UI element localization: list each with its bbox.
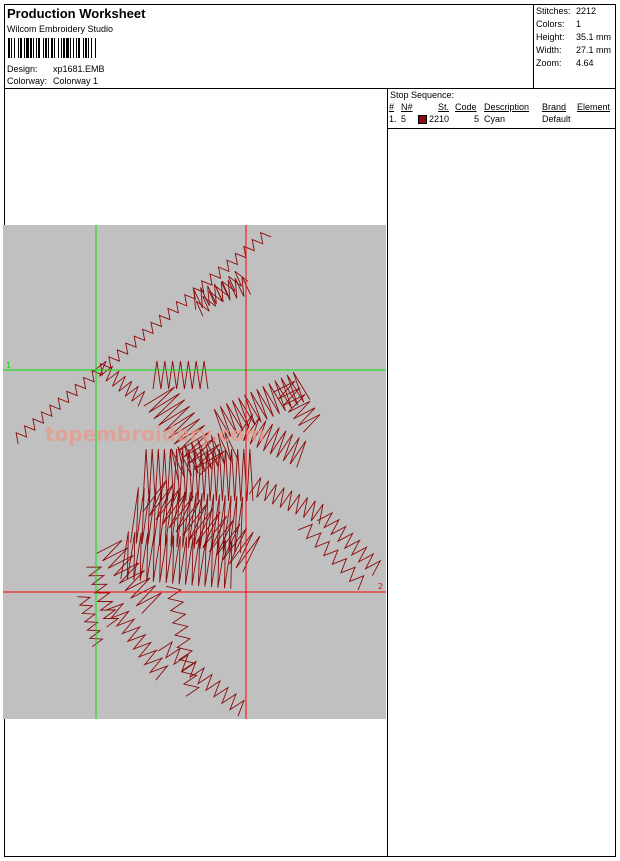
- col-element: Element: [577, 102, 611, 112]
- stitch-run: [248, 477, 324, 525]
- stat-stitches: Stitches: 2212: [536, 6, 597, 16]
- table-row: 1. 5 2210 5 Cyan Default: [388, 114, 616, 126]
- stat-zoom: Zoom: 4.64: [536, 58, 594, 68]
- design-label: Design:: [7, 64, 38, 74]
- col-num: #: [389, 102, 395, 112]
- design-row: Design: xp1681.EMB: [7, 64, 105, 74]
- stitch-run: [152, 360, 209, 390]
- start-marker: 1: [6, 361, 11, 370]
- stitch-paths: [15, 231, 382, 717]
- watermark-text: topembroidery.com: [45, 422, 265, 446]
- col-description: Description: [484, 102, 530, 112]
- worksheet-page: Production Worksheet Wilcom Embroidery S…: [3, 4, 616, 857]
- stop-sequence-panel: Stop Sequence: # N# St. Code Description…: [387, 89, 616, 856]
- stitch-run: [317, 511, 382, 576]
- row-num: 1.: [389, 114, 397, 124]
- row-n: 5: [401, 114, 407, 124]
- embroidery-drawing: topembroidery.com 1 2: [3, 225, 386, 719]
- colorway-row: Colorway: Colorway 1: [7, 76, 98, 86]
- colorway-value: Colorway 1: [53, 76, 99, 86]
- color-swatch: [418, 115, 427, 124]
- stat-width: Width: 27.1 mm: [536, 45, 612, 55]
- stat-colors: Colors: 1: [536, 19, 582, 29]
- col-st: St.: [438, 102, 450, 112]
- row-description: Cyan: [484, 114, 506, 124]
- stitch-run: [105, 602, 169, 681]
- worksheet-header: Production Worksheet Wilcom Embroidery S…: [5, 5, 615, 89]
- row-st: 2210: [429, 114, 450, 124]
- stitch-run: [157, 640, 245, 717]
- col-code: Code: [455, 102, 477, 112]
- stop-sequence-divider: [388, 128, 616, 129]
- barcode-image: [8, 38, 132, 58]
- stitch-run: [77, 596, 104, 648]
- row-brand: Default: [542, 114, 571, 124]
- barcode-bar: [96, 38, 98, 58]
- design-value: xp1681.EMB: [53, 64, 105, 74]
- stats-panel: Stitches: 2212 Colors: 1 Height: 35.1 mm Wi…: [533, 5, 616, 88]
- design-preview-panel: topembroidery.com 1 2: [3, 89, 386, 856]
- stop-sequence-title: Stop Sequence:: [390, 90, 455, 100]
- page-title: Production Worksheet: [7, 6, 146, 21]
- col-brand: Brand: [542, 102, 567, 112]
- stitch-run: [86, 566, 120, 628]
- row-code: 5: [474, 114, 480, 124]
- stitch-run: [273, 380, 321, 433]
- stitch-run: [15, 231, 272, 444]
- stop-sequence-header: # N# St. Code Description Brand Element: [388, 102, 616, 114]
- stitch-run: [165, 585, 200, 697]
- design-canvas: topembroidery.com 1 2: [3, 225, 386, 719]
- software-name: Wilcom Embroidery Studio: [7, 24, 114, 34]
- end-marker: 2: [378, 582, 383, 591]
- col-n: N#: [401, 102, 413, 112]
- stat-height: Height: 35.1 mm: [536, 32, 612, 42]
- colorway-label: Colorway:: [7, 76, 48, 86]
